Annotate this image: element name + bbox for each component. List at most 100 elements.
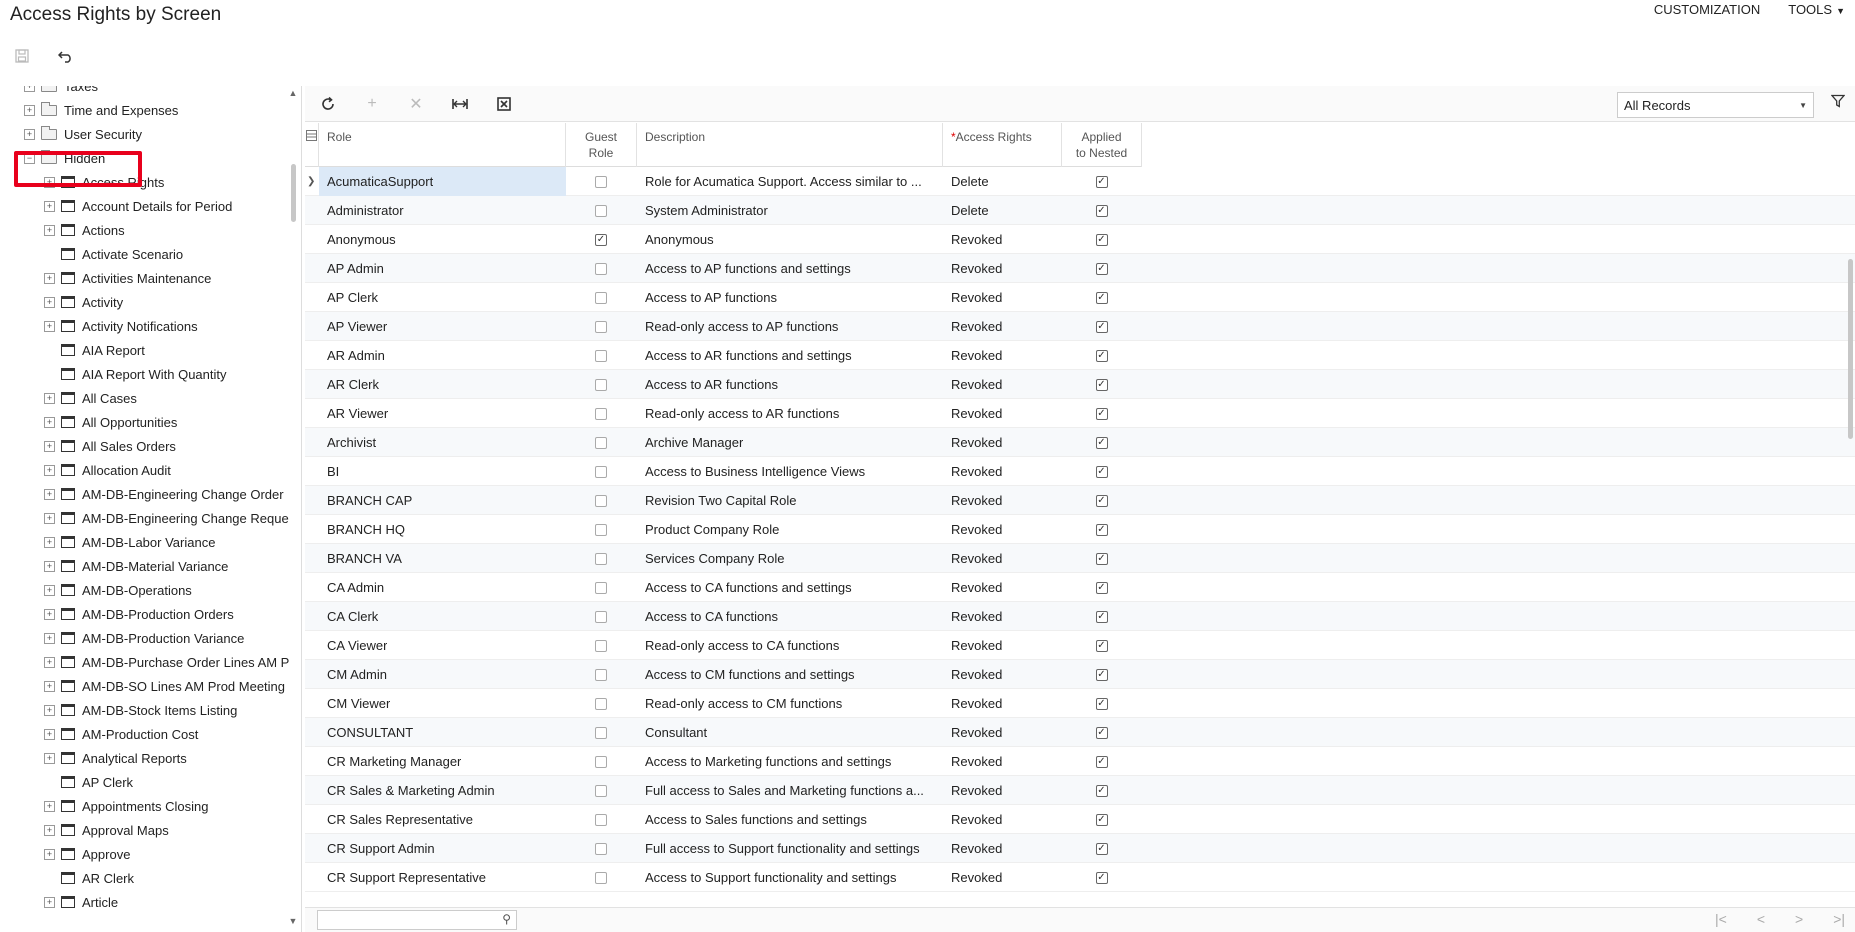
- tree-item[interactable]: + Activity Notifications: [44, 314, 198, 338]
- table-row[interactable]: CA Admin Access to CA functions and setti…: [305, 573, 1855, 602]
- row-selector[interactable]: [305, 370, 319, 399]
- applied-to-nested-checkbox[interactable]: ✓: [1095, 755, 1108, 768]
- cell-role[interactable]: AP Viewer: [319, 312, 566, 341]
- expand-icon[interactable]: +: [44, 704, 55, 716]
- row-selector[interactable]: [305, 283, 319, 312]
- grid-scrollbar[interactable]: [1845, 167, 1855, 907]
- cell-applied-to-nested[interactable]: ✓: [1062, 370, 1142, 399]
- expand-icon[interactable]: +: [44, 824, 55, 836]
- guest-role-checkbox[interactable]: [595, 697, 607, 710]
- cell-role[interactable]: AR Clerk: [319, 370, 566, 399]
- expand-icon[interactable]: +: [24, 128, 35, 140]
- cell-applied-to-nested[interactable]: ✓: [1062, 805, 1142, 834]
- cell-description[interactable]: Revision Two Capital Role: [637, 486, 943, 515]
- expand-icon[interactable]: +: [44, 800, 55, 812]
- table-row[interactable]: AR Viewer Read-only access to AR function…: [305, 399, 1855, 428]
- applied-to-nested-checkbox[interactable]: ✓: [1095, 233, 1108, 246]
- tree-item[interactable]: + Approve: [44, 842, 130, 866]
- cell-applied-to-nested[interactable]: ✓: [1062, 631, 1142, 660]
- tree-item[interactable]: + AM-DB-Operations: [44, 578, 192, 602]
- table-row[interactable]: CM Admin Access to CM functions and setti…: [305, 660, 1855, 689]
- tree-item[interactable]: + User Security: [24, 122, 142, 146]
- cell-access-rights[interactable]: Revoked: [943, 834, 1062, 863]
- column-header-guest-role[interactable]: Guest Role: [566, 123, 637, 167]
- applied-to-nested-checkbox[interactable]: ✓: [1095, 784, 1108, 797]
- cell-applied-to-nested[interactable]: ✓: [1062, 747, 1142, 776]
- cell-applied-to-nested[interactable]: ✓: [1062, 776, 1142, 805]
- tree-item[interactable]: + All Sales Orders: [44, 434, 176, 458]
- table-row[interactable]: CR Sales & Marketing Admin Full access to…: [305, 776, 1855, 805]
- tree-item[interactable]: + AM-DB-Engineering Change Reque: [44, 506, 289, 530]
- prev-page-icon[interactable]: <: [1757, 911, 1765, 927]
- row-selector[interactable]: [305, 399, 319, 428]
- cell-description[interactable]: Anonymous: [637, 225, 943, 254]
- cell-role[interactable]: Administrator: [319, 196, 566, 225]
- cell-applied-to-nested[interactable]: ✓: [1062, 225, 1142, 254]
- cell-description[interactable]: Full access to Support functionality and…: [637, 834, 943, 863]
- cell-role[interactable]: CM Viewer: [319, 689, 566, 718]
- guest-role-checkbox[interactable]: [595, 552, 607, 565]
- expand-icon[interactable]: +: [44, 896, 55, 908]
- cell-role[interactable]: BRANCH VA: [319, 544, 566, 573]
- applied-to-nested-checkbox[interactable]: ✓: [1095, 378, 1108, 391]
- expand-icon[interactable]: +: [44, 416, 55, 428]
- row-selector[interactable]: [305, 254, 319, 283]
- cell-guest-role[interactable]: [566, 196, 637, 225]
- applied-to-nested-checkbox[interactable]: ✓: [1095, 552, 1108, 565]
- cell-applied-to-nested[interactable]: ✓: [1062, 428, 1142, 457]
- expand-icon[interactable]: +: [44, 464, 55, 476]
- column-header-access-rights[interactable]: *Access Rights: [943, 123, 1062, 167]
- guest-role-checkbox[interactable]: [595, 523, 607, 536]
- cell-guest-role[interactable]: [566, 805, 637, 834]
- table-row[interactable]: AR Clerk Access to AR functions Revoked ✓: [305, 370, 1855, 399]
- row-selector[interactable]: [305, 428, 319, 457]
- cell-access-rights[interactable]: Revoked: [943, 428, 1062, 457]
- applied-to-nested-checkbox[interactable]: ✓: [1095, 175, 1108, 188]
- cell-role[interactable]: BRANCH CAP: [319, 486, 566, 515]
- cell-guest-role[interactable]: [566, 544, 637, 573]
- guest-role-checkbox[interactable]: ✓: [595, 233, 607, 246]
- table-row[interactable]: BRANCH CAP Revision Two Capital Role Revok…: [305, 486, 1855, 515]
- row-selector[interactable]: [305, 515, 319, 544]
- guest-role-checkbox[interactable]: [595, 291, 607, 304]
- expand-icon[interactable]: +: [24, 104, 35, 116]
- cell-role[interactable]: CA Clerk: [319, 602, 566, 631]
- cell-role[interactable]: CA Admin: [319, 573, 566, 602]
- expand-icon[interactable]: +: [44, 488, 55, 500]
- cell-guest-role[interactable]: [566, 341, 637, 370]
- table-row[interactable]: CR Support Representative Access to Suppo…: [305, 863, 1855, 892]
- cell-guest-role[interactable]: [566, 254, 637, 283]
- guest-role-checkbox[interactable]: [595, 639, 607, 652]
- table-row[interactable]: CONSULTANT Consultant Revoked ✓: [305, 718, 1855, 747]
- tree-item[interactable]: + AM-DB-SO Lines AM Prod Meeting: [44, 674, 285, 698]
- applied-to-nested-checkbox[interactable]: ✓: [1095, 610, 1108, 623]
- row-selector[interactable]: [305, 573, 319, 602]
- cell-description[interactable]: Access to Business Intelligence Views: [637, 457, 943, 486]
- row-selector[interactable]: [305, 602, 319, 631]
- table-row[interactable]: BI Access to Business Intelligence Views R…: [305, 457, 1855, 486]
- cell-guest-role[interactable]: [566, 399, 637, 428]
- cell-access-rights[interactable]: Revoked: [943, 747, 1062, 776]
- tree-item[interactable]: + All Cases: [44, 386, 137, 410]
- cell-role[interactable]: AR Admin: [319, 341, 566, 370]
- cell-role[interactable]: Anonymous: [319, 225, 566, 254]
- cell-description[interactable]: Access to AP functions and settings: [637, 254, 943, 283]
- guest-role-checkbox[interactable]: [595, 436, 607, 449]
- tree-item[interactable]: + Article: [44, 890, 118, 914]
- guest-role-checkbox[interactable]: [595, 378, 607, 391]
- cell-guest-role[interactable]: [566, 776, 637, 805]
- row-selector[interactable]: [305, 863, 319, 892]
- table-row[interactable]: CR Support Admin Full access to Support f…: [305, 834, 1855, 863]
- cell-applied-to-nested[interactable]: ✓: [1062, 486, 1142, 515]
- expand-icon[interactable]: +: [44, 392, 55, 404]
- tree-item[interactable]: + Time and Expenses: [24, 98, 178, 122]
- cell-access-rights[interactable]: Revoked: [943, 225, 1062, 254]
- applied-to-nested-checkbox[interactable]: ✓: [1095, 639, 1108, 652]
- cell-access-rights[interactable]: Revoked: [943, 283, 1062, 312]
- guest-role-checkbox[interactable]: [595, 610, 607, 623]
- row-selector[interactable]: ❯: [305, 167, 319, 196]
- cell-access-rights[interactable]: Revoked: [943, 718, 1062, 747]
- cell-applied-to-nested[interactable]: ✓: [1062, 196, 1142, 225]
- row-selector[interactable]: [305, 486, 319, 515]
- refresh-button[interactable]: [317, 94, 339, 114]
